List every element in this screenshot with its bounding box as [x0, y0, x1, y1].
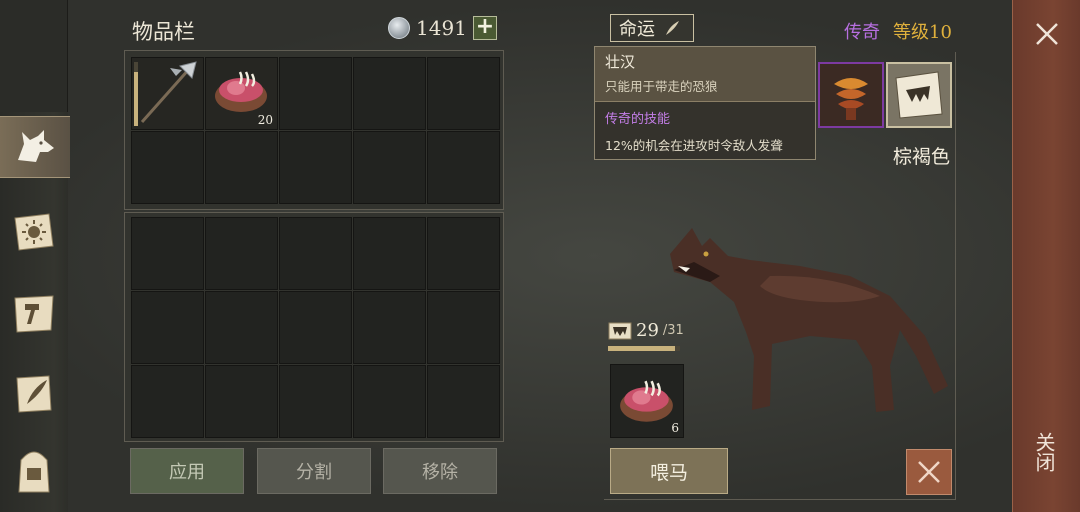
- currency-amount: 1491: [416, 16, 467, 40]
- inventory-slot[interactable]: [205, 217, 278, 290]
- close-icon[interactable]: [1033, 20, 1061, 48]
- rarity-label: 传奇: [844, 22, 880, 43]
- currency: 1491 +: [388, 16, 497, 40]
- inventory-slot[interactable]: 20: [205, 57, 278, 130]
- food-bar: [608, 346, 680, 351]
- tab-pet[interactable]: [0, 116, 70, 178]
- tooltip-subtitle: 只能用于带走的恐狼: [605, 79, 718, 94]
- close-panel[interactable]: 关闭: [1012, 0, 1080, 512]
- trait-tooltip: 壮汉 只能用于带走的恐狼 传奇的技能 12%的机会在进攻时令敌人发聋: [594, 46, 816, 160]
- hammer-map-icon: [14, 295, 54, 333]
- item-count: 20: [257, 113, 273, 127]
- close-label[interactable]: 关闭: [1032, 432, 1059, 472]
- inventory-slot[interactable]: [279, 131, 352, 204]
- split-button[interactable]: 分割: [257, 448, 371, 494]
- inventory-slot[interactable]: [279, 291, 352, 364]
- tab-backpack[interactable]: [4, 440, 64, 502]
- wolf-tab-icon: [18, 130, 54, 162]
- close-icon: [918, 461, 940, 483]
- inventory-slot[interactable]: [279, 57, 352, 130]
- fur-color-label: 棕褐色: [893, 146, 951, 168]
- apply-button[interactable]: 应用: [130, 448, 244, 494]
- food-current: 29: [636, 320, 659, 341]
- level-text: 等级: [893, 22, 929, 43]
- tooltip-header: 壮汉 只能用于带走的恐狼: [595, 47, 815, 101]
- storage-grid: [131, 217, 500, 438]
- trait-slot-fang[interactable]: [886, 62, 952, 128]
- inventory-slot[interactable]: [427, 217, 500, 290]
- level-label: 等级10: [893, 18, 952, 44]
- equipment-grid: 20: [131, 57, 500, 204]
- add-currency-button[interactable]: +: [472, 16, 497, 40]
- food-stat: 29 /31: [608, 320, 684, 341]
- food-slot-count: 6: [671, 421, 679, 435]
- inventory-slot[interactable]: [353, 365, 426, 438]
- tab-fate[interactable]: 命运: [610, 14, 694, 42]
- inventory-slot[interactable]: [131, 217, 204, 290]
- inventory-slot[interactable]: [353, 57, 426, 130]
- sun-book-icon: [14, 213, 54, 251]
- food-slot[interactable]: 6: [610, 364, 684, 438]
- inventory-slot[interactable]: [205, 131, 278, 204]
- rail-top: [0, 0, 68, 112]
- inventory-slot[interactable]: [353, 217, 426, 290]
- trait-slot-strongman[interactable]: [818, 62, 884, 128]
- feed-button[interactable]: 喂马: [610, 448, 728, 494]
- inventory-slot[interactable]: [427, 57, 500, 130]
- inventory-slot[interactable]: [205, 365, 278, 438]
- tab-skills[interactable]: [4, 200, 64, 262]
- inventory-slot[interactable]: [131, 57, 204, 130]
- inventory-slot[interactable]: [279, 365, 352, 438]
- fang-icon: [608, 322, 632, 339]
- food-bar-fill: [608, 346, 676, 351]
- fang-book-icon: [888, 64, 950, 126]
- inventory-slot[interactable]: [279, 217, 352, 290]
- inventory-slot[interactable]: [353, 131, 426, 204]
- inventory-title: 物品栏: [132, 20, 195, 44]
- inventory-slot[interactable]: [427, 291, 500, 364]
- inventory-slot[interactable]: [131, 365, 204, 438]
- left-rail: [0, 0, 70, 512]
- tab-crafting[interactable]: [4, 282, 64, 344]
- tooltip-title: 壮汉: [605, 53, 636, 71]
- inventory-slot[interactable]: [427, 131, 500, 204]
- inventory-slot[interactable]: [353, 291, 426, 364]
- quill-icon: [666, 21, 679, 35]
- tab-quests[interactable]: [4, 362, 64, 424]
- tooltip-description: 12%的机会在进攻时令敌人发聋: [605, 138, 783, 153]
- inventory-slot[interactable]: [427, 365, 500, 438]
- fate-tab-label: 命运: [619, 19, 655, 40]
- inventory-slot[interactable]: [131, 131, 204, 204]
- inventory-slot[interactable]: [205, 291, 278, 364]
- durability-fill: [134, 71, 138, 126]
- spiral-trait-icon: [820, 64, 882, 126]
- backpack-icon: [18, 451, 50, 493]
- tooltip-section: 传奇的技能: [605, 112, 671, 127]
- food-max: /31: [662, 323, 684, 338]
- level-value: 10: [929, 22, 952, 43]
- halberd-icon: [140, 61, 197, 123]
- cancel-button[interactable]: [906, 449, 952, 495]
- scroll-quill-icon: [16, 375, 52, 413]
- remove-button[interactable]: 移除: [383, 448, 497, 494]
- durability-bar: [134, 62, 138, 126]
- dire-wolf-image: [670, 228, 948, 412]
- silver-coin-icon: [388, 17, 410, 39]
- inventory-slot[interactable]: [131, 291, 204, 364]
